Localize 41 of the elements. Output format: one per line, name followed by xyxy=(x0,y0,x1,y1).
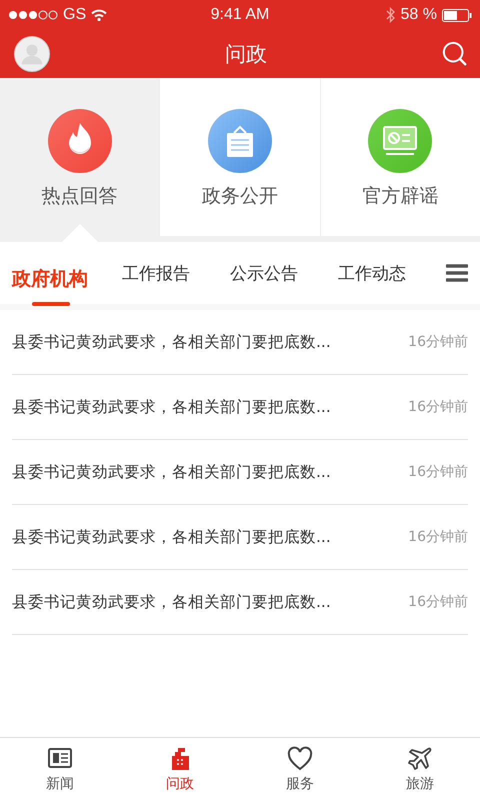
news-title: 县委书记黄劲武要求，各相关部门要把底数... xyxy=(12,396,331,418)
airplane-icon xyxy=(407,746,433,772)
wifi-icon xyxy=(91,9,108,21)
news-time: 16分钟前 xyxy=(408,593,468,611)
news-time: 16分钟前 xyxy=(408,528,468,546)
category-tab[interactable]: 公示公告 xyxy=(230,262,338,284)
signal-icon xyxy=(8,10,58,20)
news-title: 县委书记黄劲武要求，各相关部门要把底数... xyxy=(12,526,331,548)
nav-tab[interactable]: 旅游 xyxy=(360,738,480,800)
news-title: 县委书记黄劲武要求，各相关部门要把底数... xyxy=(12,462,331,482)
battery-percent: 58 % xyxy=(400,6,437,24)
heart-icon xyxy=(287,746,313,772)
monitor-icon xyxy=(368,109,432,173)
category-tab[interactable]: 工作报告 xyxy=(122,262,230,284)
avatar-button[interactable] xyxy=(14,36,50,72)
nav-tab[interactable]: 新闻 xyxy=(0,738,120,800)
news-item[interactable]: 县委书记黄劲武要求，各相关部门要把底数... 16分钟前 xyxy=(12,310,468,375)
news-item[interactable]: 县委书记黄劲武要求，各相关部门要把底数... 16分钟前 xyxy=(12,375,468,440)
category-tab[interactable]: 工作动态 xyxy=(338,262,438,284)
bluetooth-icon xyxy=(386,7,396,23)
menu-icon xyxy=(446,264,468,282)
news-title: 县委书记黄劲武要求，各相关部门要把底数... xyxy=(12,332,331,352)
status-time: 9:41 AM xyxy=(210,6,270,24)
news-time: 16分钟前 xyxy=(408,398,468,416)
nav-tab[interactable]: 问政 xyxy=(120,738,240,800)
search-button[interactable] xyxy=(442,41,468,67)
news-item[interactable]: 县委书记黄劲武要求，各相关部门要把底数... 16分钟前 xyxy=(12,505,468,570)
battery-icon xyxy=(442,8,472,22)
category-tab[interactable]: 政府机构 xyxy=(12,254,88,306)
search-icon xyxy=(442,41,468,67)
menu-button[interactable] xyxy=(446,264,468,282)
fire-icon xyxy=(48,109,112,173)
page-title: 问政 xyxy=(225,41,267,68)
news-item[interactable]: 县委书记黄劲武要求，各相关部门要把底数... 16分钟前 xyxy=(12,440,468,505)
news-time: 16分钟前 xyxy=(408,333,468,351)
nav-tab[interactable]: 服务 xyxy=(240,738,360,800)
news-time: 16分钟前 xyxy=(408,463,468,481)
news-title: 县委书记黄劲武要求，各相关部门要把底数... xyxy=(12,592,331,612)
notice-board-icon xyxy=(208,109,272,173)
carrier-name: GS xyxy=(63,6,86,24)
news-item[interactable]: 县委书记黄劲武要求，各相关部门要把底数... 16分钟前 xyxy=(12,570,468,635)
